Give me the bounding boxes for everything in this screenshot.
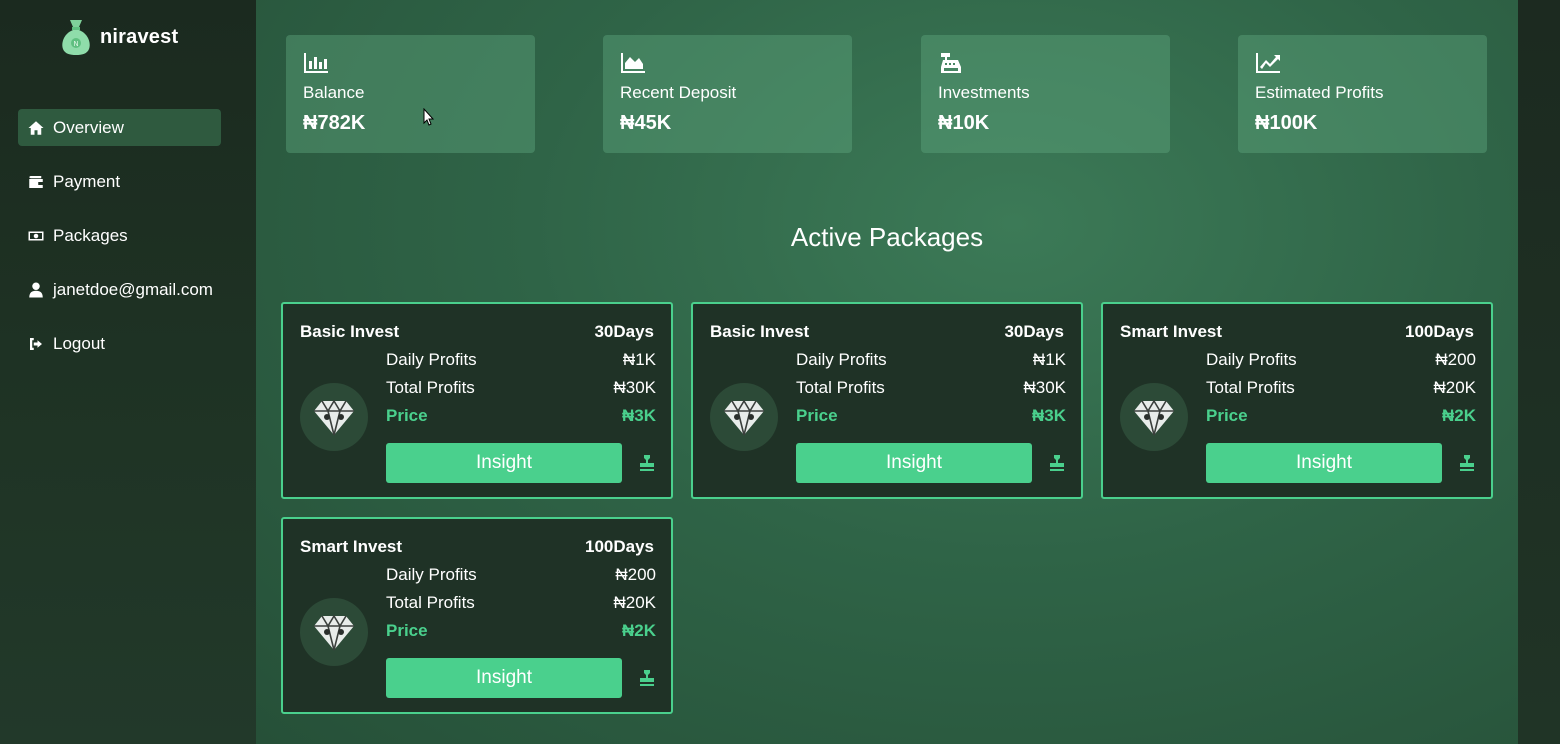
sidebar-item-overview[interactable]: Overview: [18, 109, 221, 146]
stat-card-investments: Investments ₦10K: [921, 35, 1170, 153]
total-profits-label: Total Profits: [1206, 378, 1295, 397]
stamp-icon[interactable]: [1048, 454, 1066, 472]
daily-profits-label: Daily Profits: [796, 350, 887, 369]
stat-card-estimated-profits: Estimated Profits ₦100K: [1238, 35, 1487, 153]
price-value: ₦2K: [621, 621, 656, 640]
sidebar-item-label: Overview: [53, 117, 124, 137]
sidebar-item-label: Packages: [53, 225, 128, 245]
logout-icon: [27, 335, 45, 353]
svg-text:N: N: [73, 40, 78, 48]
stamp-icon[interactable]: [638, 669, 656, 687]
stat-value: ₦10K: [938, 112, 990, 134]
price-value: ₦3K: [1031, 406, 1066, 425]
total-profits-label: Total Profits: [386, 378, 475, 397]
insight-button[interactable]: Insight: [796, 443, 1032, 483]
line-chart-icon: [1255, 52, 1281, 74]
package-name: Smart Invest: [300, 537, 403, 556]
mouse-cursor-icon: [423, 107, 435, 126]
daily-profits-label: Daily Profits: [1206, 350, 1297, 369]
stat-card-recent-deposit: Recent Deposit ₦45K: [603, 35, 852, 153]
total-profits-label: Total Profits: [386, 593, 475, 612]
daily-profits-value: ₦200: [615, 565, 656, 584]
user-icon: [27, 281, 45, 299]
price-value: ₦3K: [621, 406, 656, 425]
money-bill-icon: [27, 227, 45, 245]
daily-profits-value: ₦200: [1435, 350, 1476, 369]
total-profits-value: ₦30K: [1023, 378, 1066, 397]
price-value: ₦2K: [1441, 406, 1476, 425]
sidebar-nav: Overview Payment Packages janetdoe@gmail…: [18, 109, 221, 379]
package-card: Smart Invest 100Days Daily Profits ₦200 …: [1101, 302, 1493, 499]
price-label: Price: [1206, 406, 1248, 425]
price-label: Price: [796, 406, 838, 425]
money-bag-icon: N: [60, 18, 92, 56]
bar-chart-icon: [303, 52, 329, 74]
sidebar-item-packages[interactable]: Packages: [18, 217, 221, 254]
cash-register-icon: [938, 52, 964, 74]
area-chart-icon: [620, 52, 646, 74]
main-content: Balance ₦782K Recent Deposit ₦45K Invest…: [256, 0, 1518, 744]
sidebar: N niravest Overview Payment Packages jan…: [0, 0, 256, 744]
package-card: Basic Invest 30Days Daily Profits ₦1K To…: [691, 302, 1083, 499]
wallet-icon: [27, 173, 45, 191]
insight-button[interactable]: Insight: [1206, 443, 1442, 483]
sidebar-item-label: Payment: [53, 171, 121, 191]
daily-profits-label: Daily Profits: [386, 565, 477, 584]
sidebar-item-label: janetdoe@gmail.com: [53, 279, 213, 299]
total-profits-value: ₦30K: [613, 378, 656, 397]
sidebar-item-payment[interactable]: Payment: [18, 163, 221, 200]
stat-card-balance: Balance ₦782K: [286, 35, 535, 153]
diamond-icon: [710, 383, 778, 451]
total-profits-value: ₦20K: [1433, 378, 1476, 397]
stat-value: ₦45K: [620, 112, 672, 134]
package-duration: 30Days: [1004, 322, 1064, 341]
sidebar-item-logout[interactable]: Logout: [18, 325, 221, 362]
package-name: Basic Invest: [710, 322, 810, 341]
stamp-icon[interactable]: [1458, 454, 1476, 472]
stat-label: Recent Deposit: [620, 83, 737, 102]
brand-name: niravest: [100, 25, 179, 48]
section-title: Active Packages: [790, 222, 984, 252]
package-duration: 100Days: [584, 537, 654, 556]
sidebar-item-label: Logout: [53, 333, 105, 353]
diamond-icon: [300, 598, 368, 666]
daily-profits-label: Daily Profits: [386, 350, 477, 369]
home-icon: [27, 119, 45, 137]
stat-value: ₦782K: [303, 112, 366, 134]
package-duration: 30Days: [594, 322, 654, 341]
sidebar-item-account[interactable]: janetdoe@gmail.com: [18, 271, 221, 308]
insight-button[interactable]: Insight: [386, 658, 622, 698]
package-name: Basic Invest: [300, 322, 400, 341]
price-label: Price: [386, 621, 428, 640]
stat-label: Estimated Profits: [1255, 83, 1384, 102]
stat-value: ₦100K: [1255, 112, 1318, 134]
stamp-icon[interactable]: [638, 454, 656, 472]
page-edge: [1518, 0, 1560, 744]
price-label: Price: [386, 406, 428, 425]
package-card: Basic Invest 30Days Daily Profits ₦1K To…: [281, 302, 673, 499]
insight-button[interactable]: Insight: [386, 443, 622, 483]
package-name: Smart Invest: [1120, 322, 1223, 341]
total-profits-value: ₦20K: [613, 593, 656, 612]
total-profits-label: Total Profits: [796, 378, 885, 397]
brand[interactable]: N niravest: [60, 18, 178, 56]
diamond-icon: [300, 383, 368, 451]
diamond-icon: [1120, 383, 1188, 451]
daily-profits-value: ₦1K: [622, 350, 656, 369]
package-duration: 100Days: [1404, 322, 1474, 341]
daily-profits-value: ₦1K: [1032, 350, 1066, 369]
package-card: Smart Invest 100Days Daily Profits ₦200 …: [281, 517, 673, 714]
stat-label: Investments: [938, 83, 1030, 102]
stat-label: Balance: [303, 83, 365, 102]
